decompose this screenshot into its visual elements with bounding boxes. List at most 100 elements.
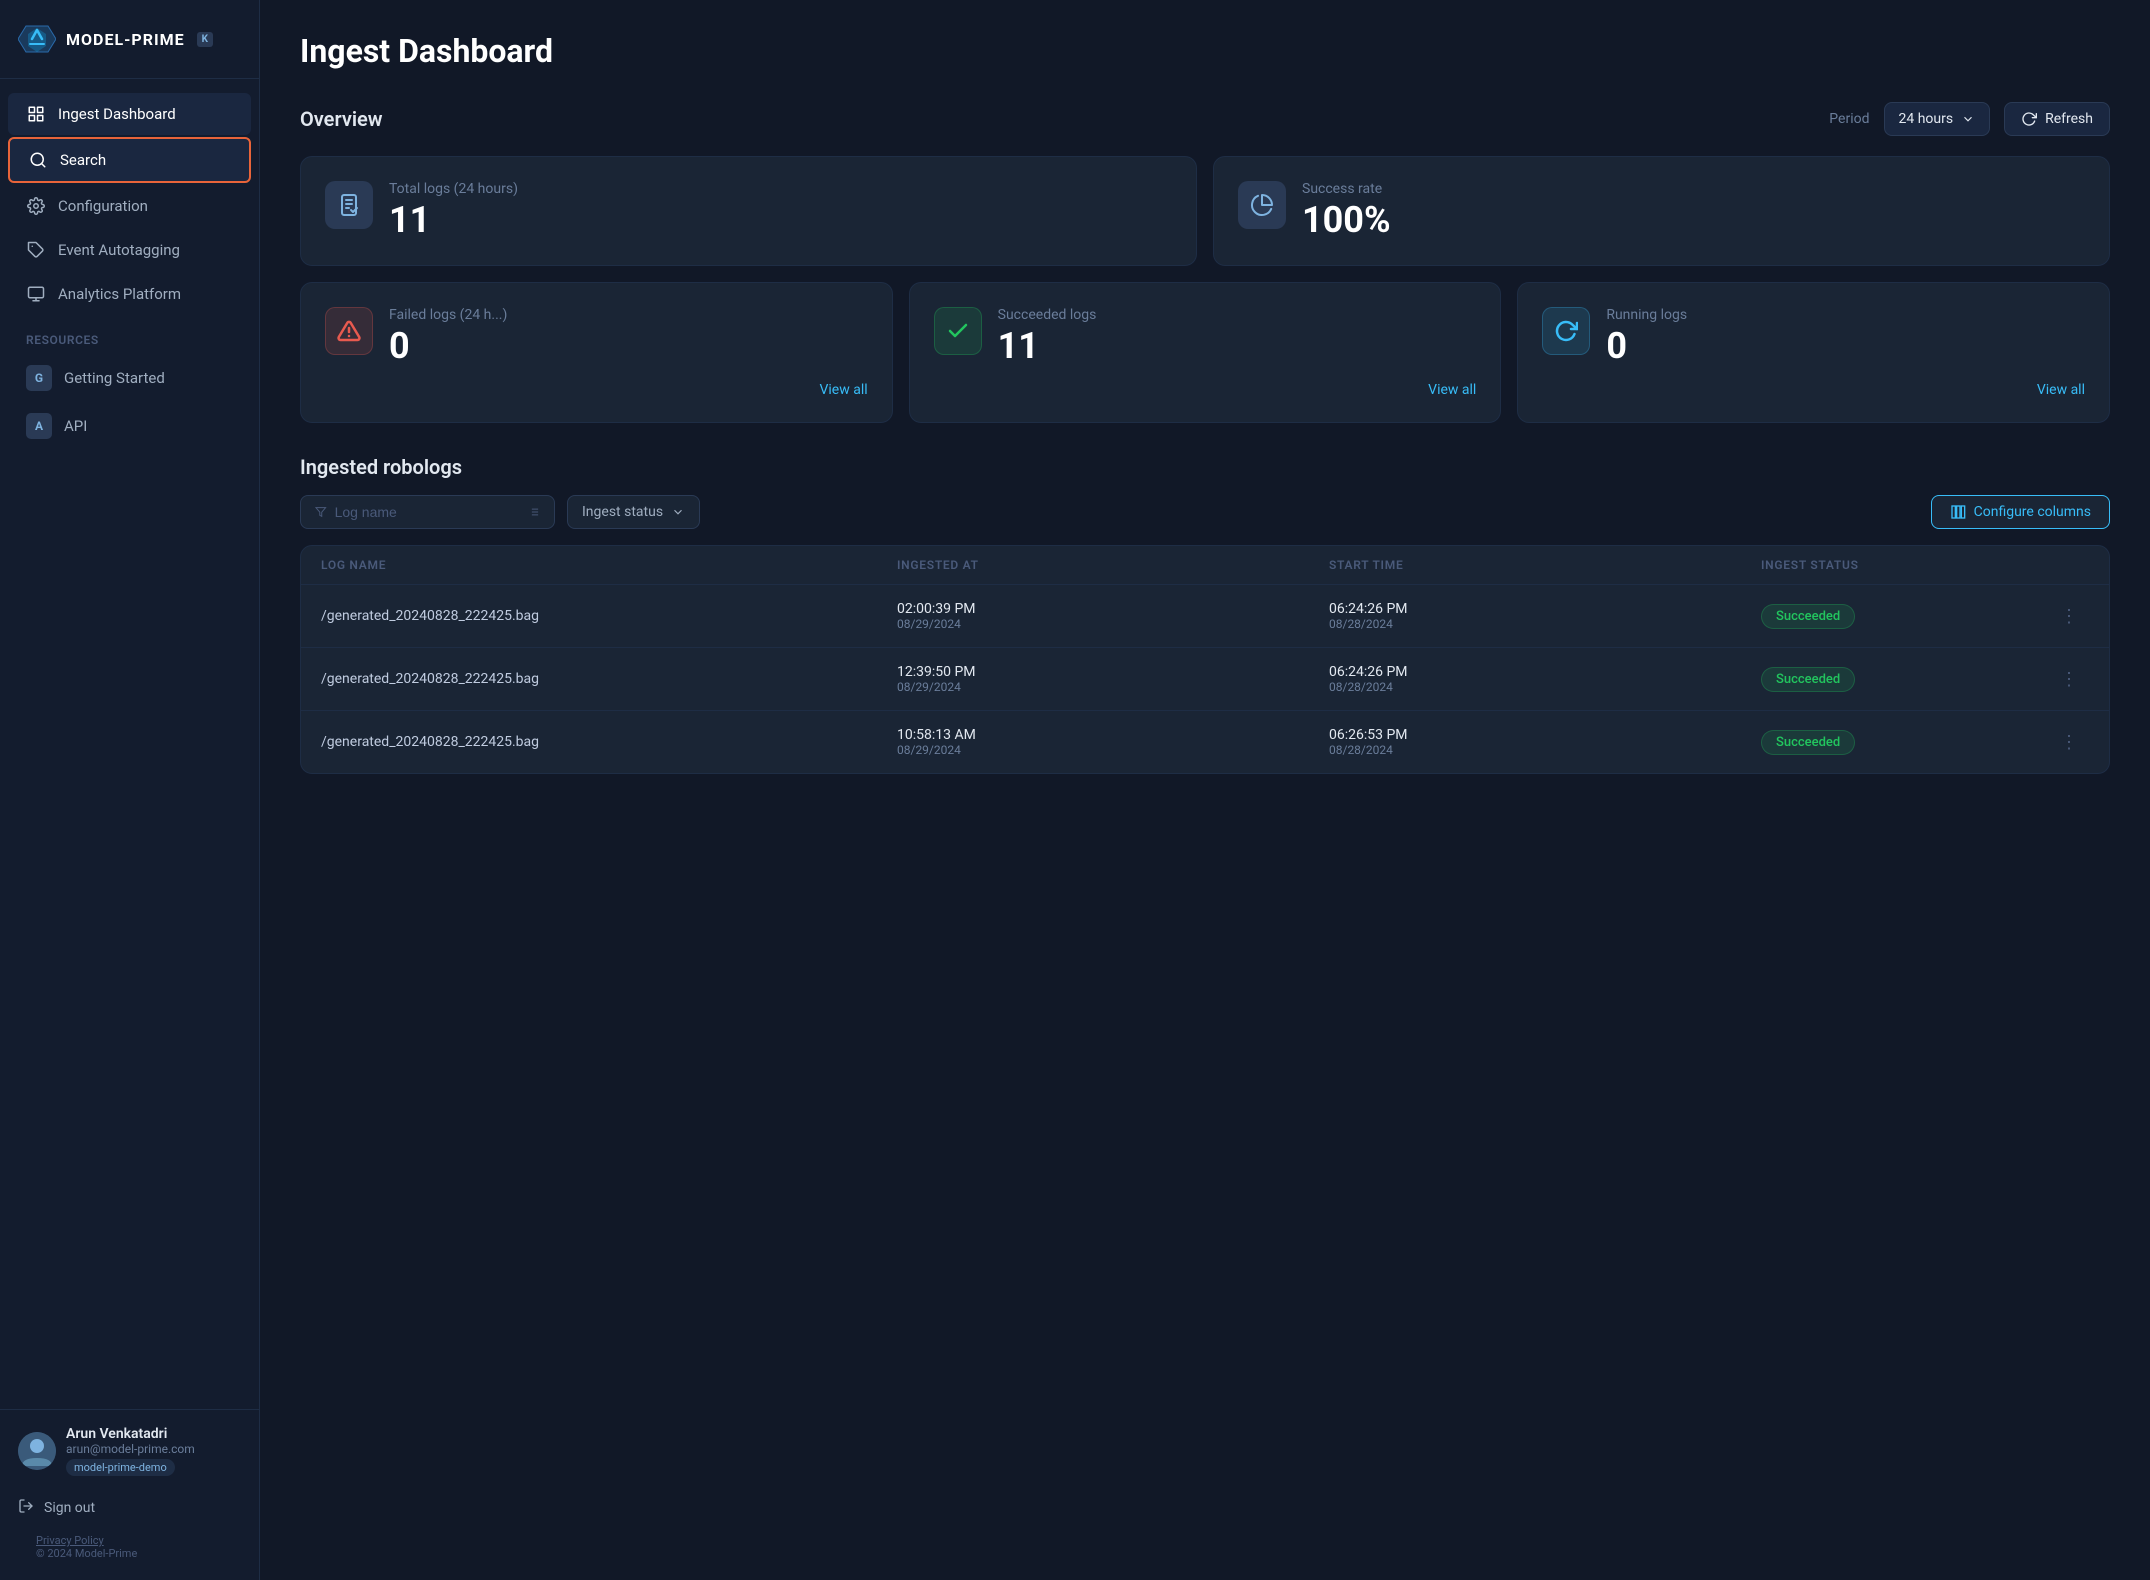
status-badge: Succeeded: [1761, 667, 1855, 692]
col-ingested-at: INGESTED AT: [897, 558, 1329, 572]
start-time-2: 06:26:53 PM: [1329, 727, 1761, 743]
card-total-logs: Total logs (24 hours) 11: [300, 156, 1197, 266]
columns-icon: [1950, 504, 1966, 520]
table-row: /generated_20240828_222425.bag 02:00:39 …: [301, 585, 2109, 648]
cell-start-time-1: 06:24:26 PM 08/28/2024: [1329, 664, 1761, 694]
start-time-1: 06:24:26 PM: [1329, 664, 1761, 680]
log-name-input[interactable]: [335, 504, 521, 520]
configure-columns-label: Configure columns: [1974, 504, 2091, 520]
running-logs-value: 0: [1606, 327, 1687, 367]
cell-start-time-2: 06:26:53 PM 08/28/2024: [1329, 727, 1761, 757]
cell-log-name-1: /generated_20240828_222425.bag: [321, 671, 897, 687]
user-name: Arun Venkatadri: [66, 1426, 241, 1442]
total-logs-label: Total logs (24 hours): [389, 181, 518, 197]
table-section-title: Ingested robologs: [300, 455, 2110, 479]
col-log-name: LOG NAME: [321, 558, 897, 572]
sidebar-item-autotagging[interactable]: Event Autotagging: [8, 229, 251, 271]
cell-ingested-at-2: 10:58:13 AM 08/29/2024: [897, 727, 1329, 757]
page-title: Ingest Dashboard: [300, 32, 2110, 70]
row-actions-1[interactable]: ⋮: [2049, 669, 2089, 690]
cell-status-0: Succeeded: [1761, 604, 2049, 629]
sidebar-item-ingest-dashboard[interactable]: Ingest Dashboard: [8, 93, 251, 135]
card-succeeded-logs: Succeeded logs 11 View all: [909, 282, 1502, 424]
failed-view-all[interactable]: View all: [325, 382, 868, 398]
filter-left: Ingest status: [300, 495, 700, 529]
success-rate-value: 100%: [1302, 201, 1391, 241]
card-success-rate: Success rate 100%: [1213, 156, 2110, 266]
success-rate-icon: [1238, 181, 1286, 229]
privacy-footer: Privacy Policy © 2024 Model-Prime: [18, 1526, 241, 1564]
period-value: 24 hours: [1899, 111, 1954, 127]
sidebar-item-configuration[interactable]: Configuration: [8, 185, 251, 227]
overview-header: Overview Period 24 hours Refresh: [300, 102, 2110, 136]
succeeded-logs-icon: [934, 307, 982, 355]
sign-out-button[interactable]: Sign out: [18, 1490, 241, 1526]
user-details: Arun Venkatadri arun@model-prime.com mod…: [66, 1426, 241, 1476]
sidebar-item-label-search: Search: [60, 151, 106, 169]
status-badge: Succeeded: [1761, 604, 1855, 629]
sidebar-item-label-autotagging: Event Autotagging: [58, 241, 180, 259]
sidebar-item-getting-started[interactable]: G Getting Started: [8, 355, 251, 401]
log-name-filter[interactable]: [300, 495, 555, 529]
sidebar-item-label-api: API: [64, 417, 87, 435]
running-logs-icon: [1542, 307, 1590, 355]
sign-out-icon: [18, 1498, 34, 1518]
user-info: Arun Venkatadri arun@model-prime.com mod…: [18, 1426, 241, 1476]
sidebar-logo: MODEL-PRIME K: [0, 0, 259, 79]
succeeded-logs-value: 11: [998, 327, 1097, 367]
table-header: LOG NAME INGESTED AT START TIME INGEST S…: [301, 546, 2109, 585]
api-avatar: A: [26, 413, 52, 439]
ingested-time-0: 02:00:39 PM: [897, 601, 1329, 617]
status-filter-dropdown[interactable]: Ingest status: [567, 495, 700, 529]
running-logs-info: Running logs 0: [1606, 307, 1687, 367]
period-select[interactable]: 24 hours: [1884, 102, 1991, 136]
success-rate-info: Success rate 100%: [1302, 181, 1391, 241]
table-row: /generated_20240828_222425.bag 12:39:50 …: [301, 648, 2109, 711]
sidebar-item-search[interactable]: Search: [8, 137, 251, 183]
overview-title: Overview: [300, 107, 383, 131]
succeeded-view-all[interactable]: View all: [934, 382, 1477, 398]
grid-icon: [26, 104, 46, 124]
copyright-text: © 2024 Model-Prime: [36, 1547, 137, 1560]
avatar: [18, 1432, 56, 1470]
period-label: Period: [1829, 111, 1869, 127]
cell-ingested-at-0: 02:00:39 PM 08/29/2024: [897, 601, 1329, 631]
start-date-2: 08/28/2024: [1329, 743, 1761, 757]
user-email: arun@model-prime.com: [66, 1442, 241, 1456]
sidebar-footer: Arun Venkatadri arun@model-prime.com mod…: [0, 1409, 259, 1580]
logo-icon: [18, 20, 56, 58]
ingested-date-2: 08/29/2024: [897, 743, 1329, 757]
start-date-0: 08/28/2024: [1329, 617, 1761, 631]
tag-icon: [26, 240, 46, 260]
refresh-button[interactable]: Refresh: [2004, 102, 2110, 136]
status-chevron-icon: [671, 505, 685, 519]
user-badge: model-prime-demo: [66, 1459, 175, 1476]
refresh-label: Refresh: [2045, 111, 2093, 127]
cell-status-2: Succeeded: [1761, 730, 2049, 755]
row-actions-0[interactable]: ⋮: [2049, 606, 2089, 627]
succeeded-logs-label: Succeeded logs: [998, 307, 1097, 323]
col-actions: [2049, 558, 2089, 572]
col-ingest-status: INGEST STATUS: [1761, 558, 2049, 572]
cell-log-name-0: /generated_20240828_222425.bag: [321, 608, 897, 624]
status-badge: Succeeded: [1761, 730, 1855, 755]
sidebar-item-label-analytics: Analytics Platform: [58, 285, 181, 303]
failed-logs-info: Failed logs (24 h...) 0: [389, 307, 507, 367]
col-start-time: START TIME: [1329, 558, 1761, 572]
start-time-0: 06:24:26 PM: [1329, 601, 1761, 617]
chart-icon: [26, 284, 46, 304]
configure-columns-button[interactable]: Configure columns: [1931, 495, 2110, 529]
sidebar-item-label-ingest: Ingest Dashboard: [58, 105, 176, 123]
logo-badge: K: [197, 32, 213, 47]
failed-logs-label: Failed logs (24 h...): [389, 307, 507, 323]
top-cards: Total logs (24 hours) 11 Success rate 10…: [300, 156, 2110, 266]
row-actions-2[interactable]: ⋮: [2049, 732, 2089, 753]
succeeded-logs-info: Succeeded logs 11: [998, 307, 1097, 367]
privacy-policy-link[interactable]: Privacy Policy: [36, 1534, 104, 1547]
running-view-all[interactable]: View all: [1542, 382, 2085, 398]
sidebar-item-api[interactable]: A API: [8, 403, 251, 449]
refresh-icon: [2021, 111, 2037, 127]
sidebar-item-analytics[interactable]: Analytics Platform: [8, 273, 251, 315]
cell-log-name-2: /generated_20240828_222425.bag: [321, 734, 897, 750]
sidebar-item-label-getting-started: Getting Started: [64, 369, 165, 387]
